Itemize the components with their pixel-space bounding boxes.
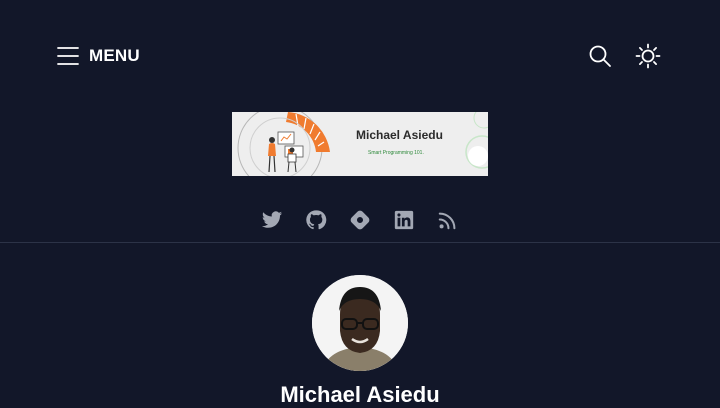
- sun-icon[interactable]: [635, 43, 661, 69]
- author-avatar[interactable]: [312, 275, 408, 371]
- twitter-icon[interactable]: [261, 209, 283, 231]
- blog-banner[interactable]: Michael Asiedu Smart Programming 101.: [232, 112, 488, 176]
- banner-tagline: Smart Programming 101.: [368, 150, 424, 156]
- menu-label: MENU: [89, 46, 140, 65]
- banner-title: Michael Asiedu: [356, 128, 443, 142]
- github-icon[interactable]: [305, 209, 327, 231]
- site-header: MENU: [0, 0, 720, 112]
- menu-button[interactable]: MENU: [56, 44, 140, 68]
- author-photo: [312, 275, 408, 371]
- search-icon[interactable]: [588, 44, 612, 68]
- header-divider: [0, 242, 720, 243]
- rss-icon[interactable]: [437, 209, 459, 231]
- author-name: Michael Asiedu: [280, 382, 440, 407]
- banner-illustration: [237, 112, 488, 176]
- linkedin-icon[interactable]: [393, 209, 415, 231]
- hamburger-icon: [57, 47, 79, 65]
- hashnode-icon[interactable]: [349, 209, 371, 231]
- social-links: [0, 206, 720, 234]
